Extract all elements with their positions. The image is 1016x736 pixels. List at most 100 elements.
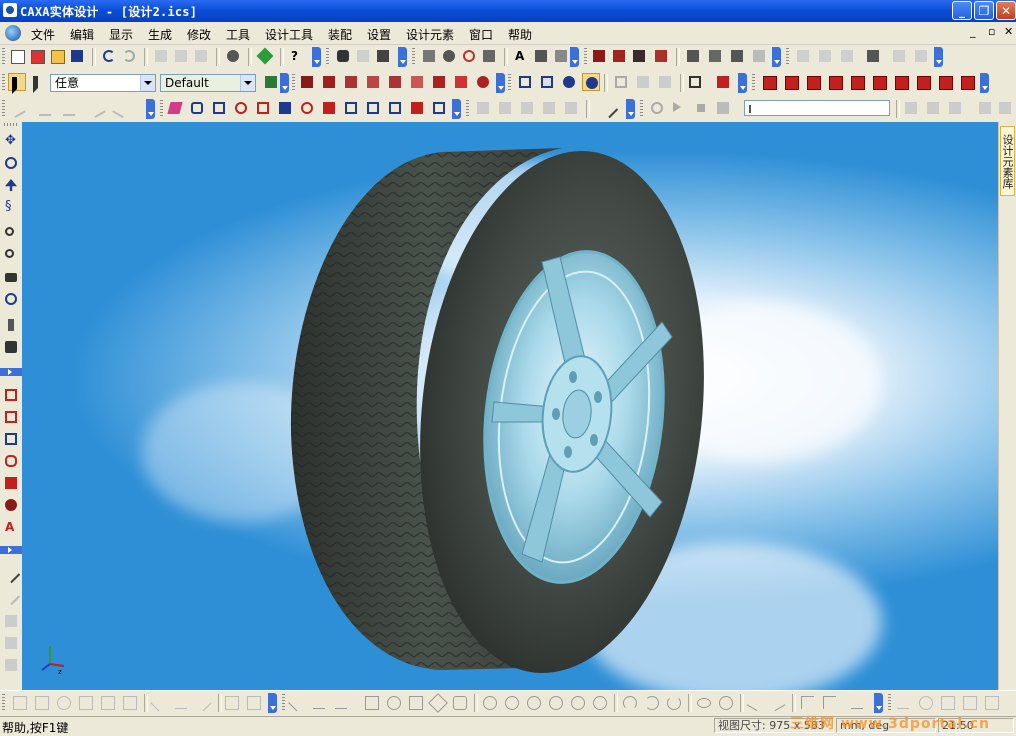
toolbar-expander[interactable] <box>0 368 22 376</box>
restore-button[interactable]: ❐ <box>974 1 994 20</box>
smart-render-icon[interactable] <box>630 47 648 65</box>
menu-help[interactable]: 帮助 <box>508 26 532 43</box>
undo-icon[interactable] <box>100 47 118 65</box>
toolbar-chevron[interactable] <box>146 99 155 119</box>
chevron-down-icon[interactable] <box>140 75 155 91</box>
tool-icon[interactable] <box>256 47 274 65</box>
new-icon[interactable] <box>8 47 26 65</box>
menu-edit[interactable]: 编辑 <box>70 26 94 43</box>
circle-icon[interactable] <box>524 693 542 711</box>
disabled-tool-icon[interactable] <box>172 47 190 65</box>
style-combo[interactable]: Default <box>160 74 256 92</box>
disabled-tool-icon[interactable] <box>192 47 210 65</box>
toolbar-chevron[interactable] <box>934 47 943 67</box>
dimension-icon[interactable] <box>848 693 866 711</box>
edit-icon[interactable] <box>2 430 20 448</box>
disabled-tool-icon[interactable] <box>2 656 20 674</box>
disabled-tool-icon[interactable] <box>98 693 116 711</box>
disabled-tool-icon[interactable] <box>916 693 934 711</box>
shaded-view-icon[interactable] <box>582 73 600 91</box>
curve-icon[interactable] <box>386 73 404 91</box>
hierarchy-icon[interactable] <box>262 73 280 91</box>
disabled-tool-icon[interactable] <box>354 47 372 65</box>
disabled-tool-icon[interactable] <box>1 586 21 606</box>
circle-icon[interactable] <box>590 693 608 711</box>
curve-icon[interactable] <box>342 73 360 91</box>
view-point-icon[interactable] <box>2 316 20 334</box>
circle-icon[interactable] <box>568 693 586 711</box>
zoom-icon[interactable] <box>2 224 20 242</box>
curve-icon[interactable] <box>408 73 426 91</box>
toolbar-chevron[interactable] <box>626 99 635 119</box>
toolbar-chevron[interactable] <box>738 73 747 93</box>
menu-file[interactable]: 文件 <box>31 26 55 43</box>
circle-icon[interactable] <box>502 693 520 711</box>
cube-icon[interactable] <box>826 73 844 91</box>
feature-icon[interactable] <box>298 99 316 117</box>
toolbar-chevron[interactable] <box>398 47 407 67</box>
edit-icon[interactable] <box>2 408 20 426</box>
select-pointer-icon[interactable] <box>8 73 26 94</box>
walk-icon[interactable]: § <box>2 198 20 216</box>
sketch-icon[interactable] <box>362 693 380 711</box>
disabled-tool-icon[interactable] <box>172 693 190 711</box>
disabled-tool-icon[interactable] <box>894 693 912 711</box>
disabled-tool-icon[interactable] <box>794 47 812 65</box>
text-icon[interactable]: A <box>512 47 530 65</box>
spline-icon[interactable] <box>768 693 786 712</box>
toolbar-grip[interactable] <box>2 48 5 66</box>
arc-icon[interactable] <box>620 693 638 711</box>
toolbar-chevron[interactable] <box>570 47 579 67</box>
spline-icon[interactable] <box>746 693 764 712</box>
record-icon[interactable] <box>648 99 666 117</box>
feature-icon[interactable] <box>430 99 448 117</box>
curve-icon[interactable] <box>452 73 470 91</box>
window-view-icon[interactable] <box>686 73 704 91</box>
disabled-tool-icon[interactable] <box>150 693 168 712</box>
tool-icon[interactable] <box>684 47 702 65</box>
cube-icon[interactable] <box>848 73 866 91</box>
mdi-close-button[interactable]: ✕ <box>1004 25 1013 38</box>
feature-icon[interactable] <box>166 99 184 117</box>
disabled-tool-icon[interactable] <box>496 99 514 117</box>
sketch-icon[interactable] <box>384 693 402 711</box>
tool-icon[interactable] <box>750 47 768 65</box>
circle-icon[interactable] <box>546 693 564 711</box>
disabled-tool-icon[interactable] <box>244 693 262 711</box>
box-view-icon[interactable] <box>516 73 534 91</box>
disabled-tool-icon[interactable] <box>194 693 212 712</box>
flag-icon[interactable] <box>714 73 732 91</box>
chevron-down-icon[interactable] <box>240 75 255 91</box>
tool-icon[interactable] <box>706 47 724 65</box>
menu-design-tools[interactable]: 设计工具 <box>265 26 313 43</box>
disabled-tool-icon[interactable] <box>474 99 492 117</box>
line-icon[interactable] <box>288 693 306 712</box>
feature-icon[interactable] <box>188 99 206 117</box>
hand-icon[interactable] <box>440 47 458 65</box>
toolbar-chevron[interactable] <box>280 73 289 93</box>
cube-icon[interactable] <box>892 73 910 91</box>
disabled-tool-icon[interactable] <box>10 693 28 711</box>
disabled-tool-icon[interactable] <box>634 73 652 91</box>
camera-icon[interactable] <box>2 268 20 286</box>
dimension-icon[interactable]: A <box>2 518 20 536</box>
surface-icon[interactable] <box>474 73 492 91</box>
ellipse-icon[interactable] <box>694 693 712 711</box>
close-button[interactable]: ✕ <box>996 1 1016 20</box>
disabled-tool-icon[interactable] <box>152 47 170 65</box>
material-icon[interactable] <box>590 47 608 65</box>
zoom-window-icon[interactable] <box>2 246 20 264</box>
edit-icon[interactable] <box>2 452 20 470</box>
disabled-tool-icon[interactable] <box>946 99 964 117</box>
texture-icon[interactable] <box>652 47 670 65</box>
pan-icon[interactable]: ✥ <box>2 132 20 150</box>
tire-model[interactable] <box>22 122 998 690</box>
diamond-icon[interactable] <box>428 693 448 713</box>
menu-design-elements[interactable]: 设计元素 <box>406 26 454 43</box>
design-viewport[interactable]: z <box>22 122 998 690</box>
toolbar-chevron[interactable] <box>452 99 461 119</box>
line-icon[interactable] <box>310 693 328 711</box>
feature-icon[interactable] <box>342 99 360 117</box>
disabled-tool-icon[interactable] <box>996 99 1014 117</box>
design-library-tab[interactable]: 设计元素库 <box>1000 126 1015 196</box>
